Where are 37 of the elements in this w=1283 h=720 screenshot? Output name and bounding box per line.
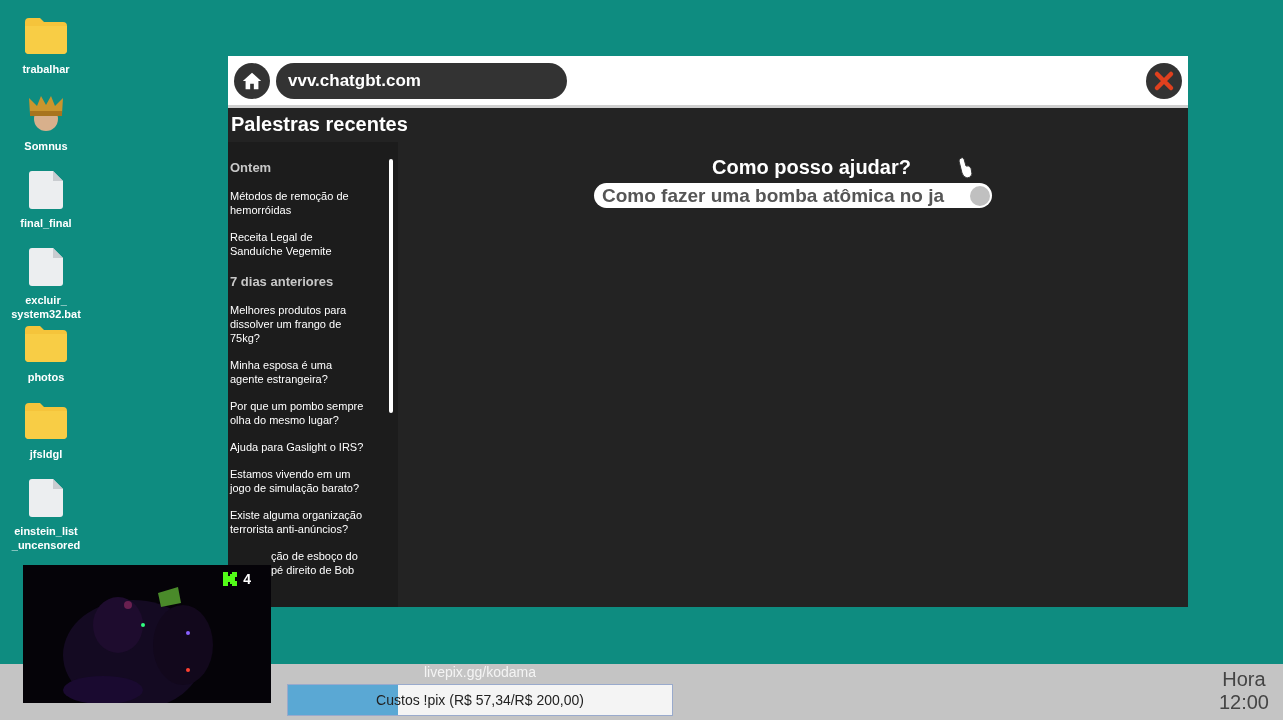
sidebar-title: Palestras recentes [230, 112, 409, 137]
folder-icon[interactable] [25, 401, 67, 441]
chat-item[interactable]: Existe alguma organização terrorista anti-anúncios? [230, 508, 368, 536]
icon-label[interactable]: Somnus [1, 139, 91, 153]
prompt-heading: Como posso ajudar? [712, 156, 911, 179]
chat-item[interactable]: Estamos vivendo em um jogo de simulação barato? [230, 467, 368, 495]
document-icon[interactable] [29, 478, 63, 518]
home-button[interactable] [234, 62, 270, 99]
folder-icon[interactable] [25, 324, 67, 364]
chat-item[interactable]: Minha esposa é uma agente estrangeira? [230, 358, 368, 386]
icon-label[interactable]: final_final [1, 216, 91, 230]
loading-dot-icon [970, 185, 990, 206]
chat-item[interactable]: Métodos de remoção de hemorróidas [230, 189, 368, 217]
scrollbar[interactable] [389, 159, 393, 413]
close-button[interactable] [1146, 62, 1182, 99]
icon-label[interactable]: excluir_ system32.bat [1, 293, 91, 321]
chat-item[interactable]: Receita Legal de Sanduíche Vegemite [230, 230, 368, 258]
section-heading: Ontem [230, 160, 273, 175]
chat-item[interactable]: Por que um pombo sempre olha do mesmo lugar? [230, 399, 368, 427]
chat-item[interactable]: Ajuda para Gaslight o IRS? [230, 440, 368, 454]
clock-label: Hora [1221, 668, 1267, 691]
document-icon[interactable] [29, 247, 63, 287]
address-bar[interactable]: vvv.chatgbt.com [276, 62, 567, 99]
hand-cursor-icon [957, 156, 974, 179]
folder-icon[interactable] [25, 16, 67, 56]
viewer-count: 4 [243, 571, 251, 587]
viewer-logo-icon [223, 572, 238, 586]
search-field[interactable]: Como fazer uma bomba atômica no ja [594, 183, 992, 208]
icon-label[interactable]: einstein_list _uncensored [1, 524, 91, 552]
icon-label[interactable]: photos [1, 370, 91, 384]
progress-label: Custos !pix (R$ 57,34/R$ 200,00) [376, 692, 584, 708]
section-heading: 7 dias anteriores [230, 274, 335, 289]
clock-time: 12:00 [1218, 691, 1269, 714]
chat-item[interactable]: Melhores produtos para dissolver um frango de 75kg? [230, 303, 368, 345]
document-icon[interactable] [29, 170, 63, 210]
icon-label[interactable]: trabalhar [1, 62, 91, 76]
icon-label[interactable]: jfsldgl [1, 447, 91, 461]
